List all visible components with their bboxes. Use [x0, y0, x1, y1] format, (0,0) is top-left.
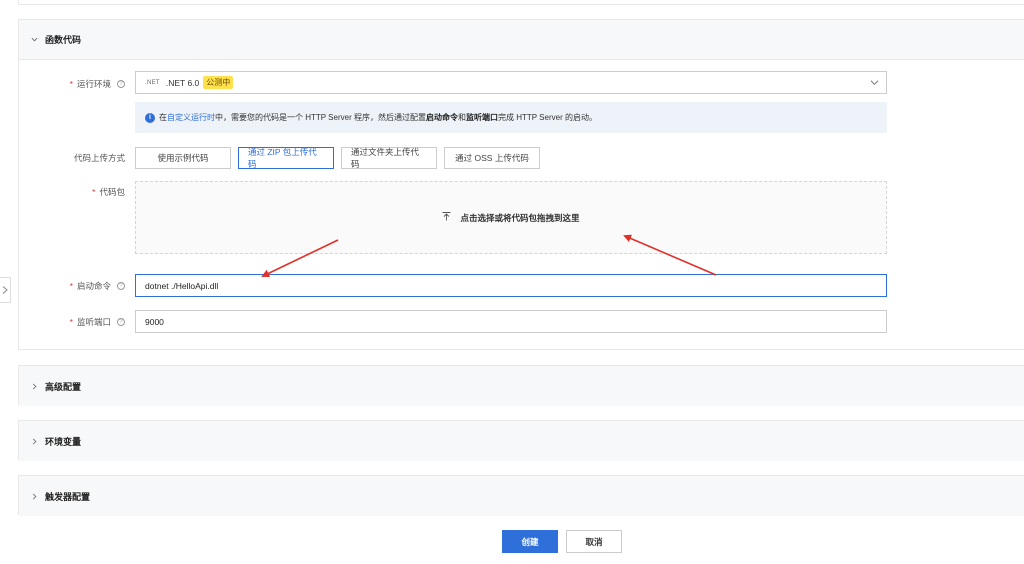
- function-code-header[interactable]: 函数代码: [19, 20, 1024, 60]
- previous-panel-edge: [18, 0, 1024, 5]
- chevron-right-icon: [31, 383, 45, 390]
- sidebar-expand-handle[interactable]: [0, 277, 11, 303]
- function-code-panel: 函数代码 * 运行环境 ? .NET .NET 6.0 公测中 i 在自定义运行…: [18, 19, 1024, 350]
- upload-option-folder[interactable]: 通过文件夹上传代码: [341, 147, 437, 169]
- required-mark: *: [69, 317, 73, 327]
- help-icon[interactable]: ?: [117, 282, 125, 290]
- upload-option-zip[interactable]: 通过 ZIP 包上传代码: [238, 147, 334, 169]
- code-package-label: * 代码包: [92, 187, 125, 197]
- advanced-config-panel: 高级配置: [18, 365, 1024, 406]
- chevron-right-icon: [2, 286, 8, 294]
- section-title: 环境变量: [45, 436, 82, 447]
- upload-method-group: 使用示例代码 通过 ZIP 包上传代码 通过文件夹上传代码 通过 OSS 上传代…: [135, 147, 540, 169]
- help-icon[interactable]: ?: [117, 80, 125, 88]
- section-title: 函数代码: [45, 35, 82, 45]
- runtime-info-bar: i 在自定义运行时 中，需要您的代码是一个 HTTP Server 程序，然后通过…: [135, 102, 887, 133]
- dropzone-text: 点击选择或将代码包拖拽到这里: [460, 212, 580, 223]
- advanced-config-header[interactable]: 高级配置: [19, 366, 1024, 406]
- code-package-dropzone[interactable]: 点击选择或将代码包拖拽到这里: [135, 181, 887, 254]
- required-mark: *: [69, 281, 73, 291]
- upload-method-label: 代码上传方式: [73, 153, 125, 163]
- env-vars-panel: 环境变量: [18, 420, 1024, 461]
- beta-badge: 公测中: [203, 76, 234, 89]
- create-button[interactable]: 创建: [502, 530, 558, 553]
- runtime-select[interactable]: .NET .NET 6.0 公测中: [135, 71, 887, 94]
- upload-option-oss[interactable]: 通过 OSS 上传代码: [444, 147, 540, 169]
- env-vars-header[interactable]: 环境变量: [19, 421, 1024, 461]
- chevron-right-icon: [31, 438, 45, 445]
- chevron-down-icon: [31, 36, 45, 43]
- trigger-config-panel: 触发器配置: [18, 475, 1024, 516]
- cancel-button[interactable]: 取消: [566, 530, 622, 553]
- dotnet-logo-icon: .NET: [145, 79, 160, 86]
- help-icon[interactable]: ?: [117, 318, 125, 326]
- listen-port-label: * 监听端口 ?: [19, 315, 125, 329]
- start-command-input[interactable]: dotnet ./HelloApi.dll: [135, 274, 887, 297]
- chevron-right-icon: [31, 493, 45, 500]
- custom-runtime-link[interactable]: 自定义运行时: [167, 112, 215, 123]
- info-icon: i: [145, 112, 155, 123]
- upload-option-sample[interactable]: 使用示例代码: [135, 147, 231, 169]
- upload-icon: [442, 212, 451, 223]
- runtime-label: * 运行环境 ?: [19, 77, 125, 91]
- start-command-label: * 启动命令 ?: [19, 279, 125, 293]
- listen-port-input[interactable]: 9000: [135, 310, 887, 333]
- trigger-config-header[interactable]: 触发器配置: [19, 476, 1024, 516]
- required-mark: *: [69, 79, 73, 89]
- chevron-down-icon: [870, 80, 879, 85]
- runtime-value: .NET 6.0: [165, 77, 200, 88]
- section-title: 高级配置: [45, 381, 82, 392]
- section-title: 触发器配置: [45, 491, 91, 502]
- required-mark: *: [92, 187, 96, 197]
